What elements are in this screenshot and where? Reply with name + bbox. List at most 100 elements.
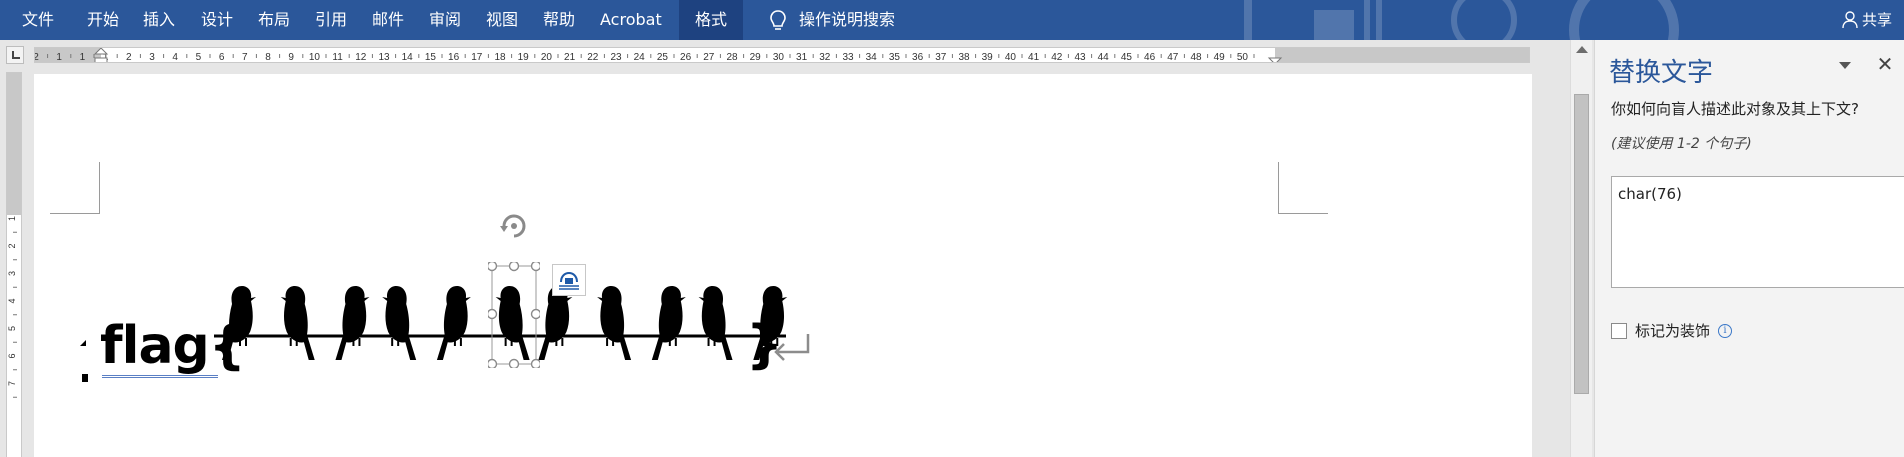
ruler-tick-label: 25 [657,52,669,63]
top-left-crop-mark [50,162,100,214]
close-icon[interactable]: ✕ [1875,54,1895,74]
flag-underline [102,375,218,378]
ruler-tick-label: 14 [402,52,414,63]
tab-review[interactable]: 审阅 [429,0,461,40]
right-indent-marker[interactable] [1267,57,1283,63]
ruler-tick-label: 3 [7,271,17,276]
ruler-tick-label: 42 [1051,52,1063,63]
ruler-tick-label: 6 [7,353,17,358]
resize-handle[interactable] [530,262,541,272]
resize-handle[interactable] [488,358,498,369]
mark-decorative-checkbox[interactable] [1611,322,1627,339]
scroll-up-arrow-icon[interactable] [1576,46,1588,53]
ruler-tick-label: 45 [1121,52,1133,63]
tab-view[interactable]: 视图 [486,0,518,40]
tab-acrobat[interactable]: Acrobat [600,0,662,40]
ruler-tick-label: 15 [425,52,437,63]
ruler-tick-label: 18 [494,52,506,63]
ruler-tick-label: 1 [56,52,62,63]
horizontal-ruler[interactable]: 2111234567891011121314151617181920212223… [34,47,1530,63]
share-label: 共享 [1861,11,1892,29]
resize-handle[interactable] [488,262,498,272]
resize-handle[interactable] [530,308,541,320]
tab-file[interactable]: 文件 [22,0,54,40]
tab-references[interactable]: 引用 [315,0,347,40]
ruler-tick-label: 13 [378,52,390,63]
ruler-tick-label: 50 [1237,52,1249,63]
resize-handle[interactable] [508,262,520,272]
bird-silhouette [651,286,686,360]
anchor-icon [80,340,88,382]
ruler-tick-label: 29 [750,52,762,63]
ruler-tick-label: 41 [1028,52,1040,63]
rotate-handle-icon[interactable] [496,208,532,244]
tab-design[interactable]: 设计 [201,0,233,40]
ruler-tick-label: 44 [1098,52,1110,63]
ruler-tick-label: 21 [564,52,576,63]
scrollbar-thumb[interactable] [1574,94,1589,394]
word-window: 文件 开始 插入 设计 布局 引用 邮件 审阅 视图 帮助 Acrobat 格式… [0,0,1904,457]
bird-silhouette [436,286,471,360]
image-selection-handles[interactable] [488,262,540,368]
bird-silhouette [222,286,256,360]
ruler-tick-label: 35 [889,52,901,63]
ruler-tick-label: 46 [1144,52,1156,63]
tell-me-search[interactable]: 操作说明搜索 [799,0,895,40]
resize-handle[interactable] [530,358,541,369]
vertical-ruler[interactable]: 432111234567 [6,72,22,457]
ruler-tick-label: 24 [634,52,646,63]
tab-help[interactable]: 帮助 [543,0,575,40]
ruler-tick-label: 7 [7,381,17,386]
bird-silhouette [698,286,733,360]
ruler-tick-label: 2 [7,243,17,248]
tab-format[interactable]: 格式 [679,0,744,40]
ruler-tick-label: 22 [587,52,599,63]
ruler-tick-label: 19 [518,52,530,63]
ruler-tick-label: 30 [773,52,785,63]
ruler-tick-label: 49 [1214,52,1226,63]
ruler-tick-label: 12 [355,52,367,63]
ruler-tick-label: 2 [35,52,39,63]
share-button[interactable]: 共享 [1842,0,1892,40]
pane-title: 替换文字 [1609,58,1714,88]
ruler-tick-label: 1 [7,216,17,221]
bird-silhouette [597,286,632,360]
ruler-tick-label: 17 [471,52,483,63]
ribbon-tab-bar: 文件 开始 插入 设计 布局 引用 邮件 审阅 视图 帮助 Acrobat 格式… [0,0,1904,40]
ruler-tick-label: 47 [1167,52,1179,63]
ruler-tick-label: 27 [703,52,715,63]
ruler-tick-label: 2 [126,52,132,63]
ruler-tick-label: 36 [912,52,924,63]
pane-menu-chevron-down-icon[interactable] [1839,62,1851,69]
pane-question: 你如何向盲人描述此对象及其上下文? [1611,100,1859,118]
tab-stop-selector[interactable] [6,46,24,64]
layout-options-icon [559,271,579,290]
resize-handle[interactable] [488,308,498,320]
mark-decorative-row[interactable]: 标记为装饰 i [1611,320,1733,341]
tab-layout[interactable]: 布局 [258,0,290,40]
ruler-tick-label: 4 [172,52,178,63]
ruler-tick-label: 26 [680,52,692,63]
ruler-tick-label: 10 [309,52,321,63]
ribbon-background-decoration [1244,0,1679,40]
ruler-tick-label: 43 [1074,52,1086,63]
lightbulb-icon[interactable] [768,9,788,33]
ruler-tick-label: 23 [610,52,622,63]
ruler-tick-label: 3 [149,52,155,63]
resize-handle[interactable] [508,358,520,369]
layout-options-button[interactable] [552,264,586,296]
person-icon [1842,11,1858,29]
alt-text-input[interactable]: char(76) [1611,176,1904,288]
tab-home[interactable]: 开始 [87,0,119,40]
tab-insert[interactable]: 插入 [143,0,175,40]
top-right-crop-mark [1278,162,1328,214]
vertical-scrollbar[interactable] [1570,40,1592,457]
ruler-tick-label: 40 [1005,52,1017,63]
ruler-tick-label: 7 [242,52,248,63]
info-icon[interactable]: i [1718,323,1733,338]
pane-hint: (建议使用 1-2 个句子) [1611,136,1752,152]
bird-silhouette [382,286,417,360]
tab-mailings[interactable]: 邮件 [372,0,404,40]
document-page[interactable]: flag{ } [34,74,1532,457]
ruler-tick-label: 20 [541,52,553,63]
